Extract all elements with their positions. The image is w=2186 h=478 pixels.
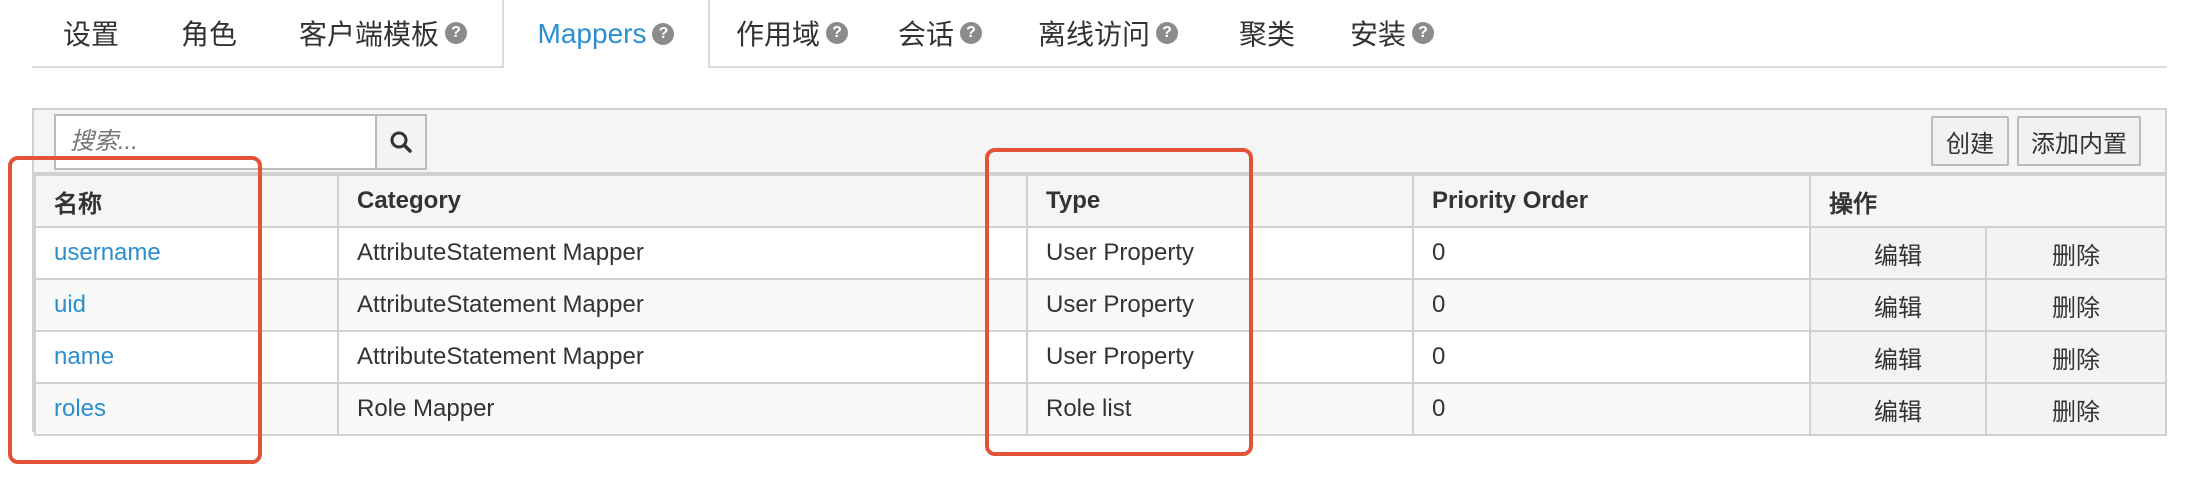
- tab-installation[interactable]: 安装 ?: [1326, 0, 1458, 66]
- tab-offline-access[interactable]: 离线访问 ?: [1008, 0, 1208, 66]
- help-icon[interactable]: ?: [826, 22, 848, 44]
- help-icon[interactable]: ?: [652, 23, 675, 45]
- tab-label: 安装: [1349, 19, 1406, 50]
- mapper-category: AttributeStatement Mapper: [337, 330, 1028, 384]
- tab-label: 角色: [180, 19, 237, 50]
- tab-roles[interactable]: 角色: [150, 0, 268, 66]
- tab-label: 客户端模板: [298, 19, 439, 50]
- table-row: username AttributeStatement Mapper User …: [34, 226, 2167, 280]
- column-header-actions: 操作: [1809, 174, 2167, 228]
- search-button[interactable]: [375, 116, 425, 168]
- search-box: [54, 114, 427, 170]
- table-row: name AttributeStatement Mapper User Prop…: [34, 330, 2167, 384]
- delete-button[interactable]: 删除: [1985, 226, 2167, 280]
- column-header-priority[interactable]: Priority Order: [1412, 174, 1811, 228]
- mapper-priority: 0: [1412, 226, 1811, 280]
- mapper-priority: 0: [1412, 330, 1811, 384]
- mapper-name-link[interactable]: uid: [34, 278, 339, 332]
- table-toolbar: 创建 添加内置: [34, 110, 2165, 174]
- mappers-panel: 创建 添加内置 名称 Category Type Priority Order …: [32, 108, 2167, 436]
- edit-button[interactable]: 编辑: [1809, 226, 1987, 280]
- mapper-priority: 0: [1412, 382, 1811, 436]
- table-header-row: 名称 Category Type Priority Order 操作: [34, 174, 2167, 228]
- tab-label: 作用域: [735, 19, 820, 50]
- mapper-category: Role Mapper: [337, 382, 1028, 436]
- add-builtin-button[interactable]: 添加内置: [2017, 116, 2141, 166]
- search-input[interactable]: [56, 116, 376, 168]
- tab-sessions[interactable]: 会话 ?: [872, 0, 1008, 66]
- mapper-type: User Property: [1026, 330, 1414, 384]
- table-row: uid AttributeStatement Mapper User Prope…: [34, 278, 2167, 332]
- tab-label: 离线访问: [1037, 19, 1150, 50]
- help-icon[interactable]: ?: [1156, 22, 1178, 44]
- column-header-category[interactable]: Category: [337, 174, 1028, 228]
- mapper-type: User Property: [1026, 226, 1414, 280]
- tab-clustering[interactable]: 聚类: [1208, 0, 1326, 66]
- mapper-type: Role list: [1026, 382, 1414, 436]
- delete-button[interactable]: 删除: [1985, 382, 2167, 436]
- table-row: roles Role Mapper Role list 0 编辑 删除: [34, 382, 2167, 436]
- mapper-category: AttributeStatement Mapper: [337, 278, 1028, 332]
- delete-button[interactable]: 删除: [1985, 278, 2167, 332]
- mapper-type: User Property: [1026, 278, 1414, 332]
- mappers-table: 名称 Category Type Priority Order 操作 usern…: [34, 174, 2167, 436]
- help-icon[interactable]: ?: [960, 22, 982, 44]
- tab-settings[interactable]: 设置: [32, 0, 150, 66]
- search-icon: [390, 131, 412, 153]
- create-button[interactable]: 创建: [1931, 116, 2009, 166]
- mapper-name-link[interactable]: name: [34, 330, 339, 384]
- tab-client-templates[interactable]: 客户端模板 ?: [268, 0, 498, 66]
- delete-button[interactable]: 删除: [1985, 330, 2167, 384]
- mapper-priority: 0: [1412, 278, 1811, 332]
- tab-label: Mappers: [537, 18, 647, 49]
- edit-button[interactable]: 编辑: [1809, 382, 1987, 436]
- help-icon[interactable]: ?: [1412, 22, 1434, 44]
- edit-button[interactable]: 编辑: [1809, 278, 1987, 332]
- mapper-name-link[interactable]: roles: [34, 382, 339, 436]
- tab-label: 设置: [62, 19, 119, 50]
- column-header-name[interactable]: 名称: [34, 174, 339, 228]
- tab-label: 会话: [897, 19, 954, 50]
- help-icon[interactable]: ?: [445, 22, 467, 44]
- column-header-type[interactable]: Type: [1026, 174, 1414, 228]
- mapper-category: AttributeStatement Mapper: [337, 226, 1028, 280]
- tab-scope[interactable]: 作用域 ?: [712, 0, 872, 66]
- edit-button[interactable]: 编辑: [1809, 330, 1987, 384]
- tab-mappers[interactable]: Mappers ?: [502, 0, 710, 68]
- tab-label: 聚类: [1238, 19, 1295, 50]
- mapper-name-link[interactable]: username: [34, 226, 339, 280]
- client-tabs: 设置 角色 客户端模板 ? Mappers ? 作用域 ? 会话 ? 离线访问 …: [32, 0, 2167, 68]
